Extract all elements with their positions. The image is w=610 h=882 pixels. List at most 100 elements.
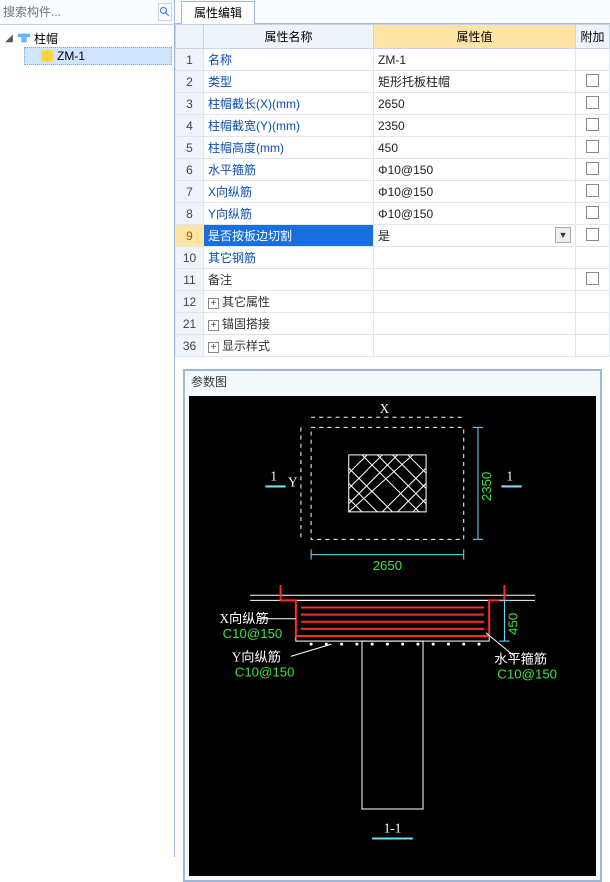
prop-value-text: 450	[378, 141, 398, 155]
prop-name: +其它属性	[204, 291, 374, 313]
prop-value-text: Φ10@150	[378, 185, 433, 199]
param-diagram-panel: 参数图	[183, 369, 602, 882]
table-row[interactable]: 2 类型 矩形托板柱帽	[176, 71, 610, 93]
tree-item-zm1[interactable]: ZM-1	[24, 47, 172, 65]
component-tree-panel: ◢ 柱帽 ZM-1	[0, 0, 175, 857]
prop-value[interactable]: Φ10@150	[374, 181, 576, 203]
tree-label: ZM-1	[57, 49, 85, 63]
expand-icon[interactable]: +	[208, 298, 219, 309]
prop-name-text: X向纵筋	[208, 185, 252, 199]
prop-name: 类型	[204, 71, 374, 93]
prop-value-text: Φ10@150	[378, 163, 433, 177]
table-row[interactable]: 36+显示样式	[176, 335, 610, 357]
search-input[interactable]	[3, 3, 158, 21]
prop-name-text: 类型	[208, 75, 232, 89]
table-row[interactable]: 8Y向纵筋Φ10@150	[176, 203, 610, 225]
cap-icon	[16, 31, 32, 45]
table-row[interactable]: 6水平箍筋Φ10@150	[176, 159, 610, 181]
prop-value[interactable]: 是▼	[374, 225, 576, 247]
prop-value[interactable]	[374, 313, 576, 335]
prop-value[interactable]: ZM-1	[374, 49, 576, 71]
table-row[interactable]: 1名称ZM-1	[176, 49, 610, 71]
search-bar	[0, 0, 174, 25]
diagram-mark1l: 1	[270, 468, 277, 483]
addon-checkbox[interactable]	[586, 96, 599, 109]
addon-checkbox[interactable]	[586, 74, 599, 87]
prop-addon	[576, 137, 610, 159]
prop-addon	[576, 335, 610, 357]
addon-checkbox[interactable]	[586, 184, 599, 197]
expand-icon[interactable]: +	[208, 320, 219, 331]
prop-value-text: 矩形托板柱帽	[378, 75, 450, 89]
prop-value-text: Φ10@150	[378, 207, 433, 221]
row-index: 5	[176, 137, 204, 159]
prop-addon	[576, 291, 610, 313]
table-row[interactable]: 10 其它钢筋	[176, 247, 610, 269]
prop-value[interactable]: 2350	[374, 115, 576, 137]
prop-value[interactable]	[374, 269, 576, 291]
table-row[interactable]: 21+锚固搭接	[176, 313, 610, 335]
prop-value-text: 是	[378, 229, 390, 243]
diagram-mark1r: 1	[506, 468, 513, 483]
search-button[interactable]	[158, 3, 172, 21]
gear-icon	[39, 49, 55, 63]
addon-checkbox[interactable]	[586, 140, 599, 153]
addon-checkbox[interactable]	[586, 228, 599, 241]
prop-name-text: 备注	[208, 273, 232, 287]
prop-name: 是否按板边切割	[204, 225, 374, 247]
prop-value[interactable]: Φ10@150	[374, 159, 576, 181]
prop-name: 备注	[204, 269, 374, 291]
search-icon	[159, 6, 171, 18]
expand-toggle[interactable]: ◢	[4, 33, 14, 44]
prop-value[interactable]: Φ10@150	[374, 203, 576, 225]
addon-checkbox[interactable]	[586, 206, 599, 219]
table-row[interactable]: 5柱帽高度(mm)450	[176, 137, 610, 159]
addon-checkbox[interactable]	[586, 272, 599, 285]
prop-name-text: Y向纵筋	[208, 207, 252, 221]
table-row[interactable]: 7X向纵筋Φ10@150	[176, 181, 610, 203]
prop-name: 水平箍筋	[204, 159, 374, 181]
prop-name-text: 柱帽截长(X)(mm)	[208, 97, 300, 111]
tree-item-cap[interactable]: ◢ 柱帽	[2, 29, 172, 47]
prop-value[interactable]: 450	[374, 137, 576, 159]
prop-name-text: 锚固搭接	[222, 317, 270, 331]
diagram-hstir: 水平箍筋	[494, 650, 547, 666]
col-addon: 附加	[576, 25, 610, 49]
prop-name: 柱帽截长(X)(mm)	[204, 93, 374, 115]
addon-checkbox[interactable]	[586, 162, 599, 175]
prop-value[interactable]: 2650	[374, 93, 576, 115]
prop-addon	[576, 49, 610, 71]
row-index: 10	[176, 247, 204, 269]
prop-name-text: 其它钢筋	[208, 251, 256, 265]
prop-addon	[576, 159, 610, 181]
prop-name-text: 是否按板边切割	[208, 229, 292, 243]
table-row[interactable]: 3 柱帽截长(X)(mm) 2650	[176, 93, 610, 115]
param-diagram: X Y 2650 2350 1 1	[189, 396, 596, 876]
table-row[interactable]: 11 备注	[176, 269, 610, 291]
prop-name-text: 名称	[208, 53, 232, 67]
table-row[interactable]: 9是否按板边切割是▼	[176, 225, 610, 247]
property-table: 属性名称 属性值 附加 1名称ZM-12类型矩形托板柱帽3柱帽截长(X)(mm)…	[175, 24, 610, 357]
col-name: 属性名称	[204, 25, 374, 49]
row-index: 3	[176, 93, 204, 115]
prop-addon	[576, 269, 610, 291]
prop-value-text: 2650	[378, 97, 405, 111]
prop-value[interactable]: 矩形托板柱帽	[374, 71, 576, 93]
diagram-X: X	[380, 401, 390, 416]
prop-value[interactable]	[374, 291, 576, 313]
tabstrip: 属性编辑	[175, 0, 610, 24]
table-row[interactable]: 12+其它属性	[176, 291, 610, 313]
prop-name-text: 其它属性	[222, 295, 270, 309]
prop-addon	[576, 203, 610, 225]
row-index: 2	[176, 71, 204, 93]
prop-addon	[576, 71, 610, 93]
addon-checkbox[interactable]	[586, 118, 599, 131]
prop-value[interactable]	[374, 247, 576, 269]
row-index: 11	[176, 269, 204, 291]
table-row[interactable]: 4柱帽截宽(Y)(mm)2350	[176, 115, 610, 137]
dropdown-icon[interactable]: ▼	[555, 227, 571, 243]
tab-property-edit[interactable]: 属性编辑	[181, 1, 255, 24]
expand-icon[interactable]: +	[208, 342, 219, 353]
diagram-Y: Y	[288, 474, 298, 489]
prop-value[interactable]	[374, 335, 576, 357]
